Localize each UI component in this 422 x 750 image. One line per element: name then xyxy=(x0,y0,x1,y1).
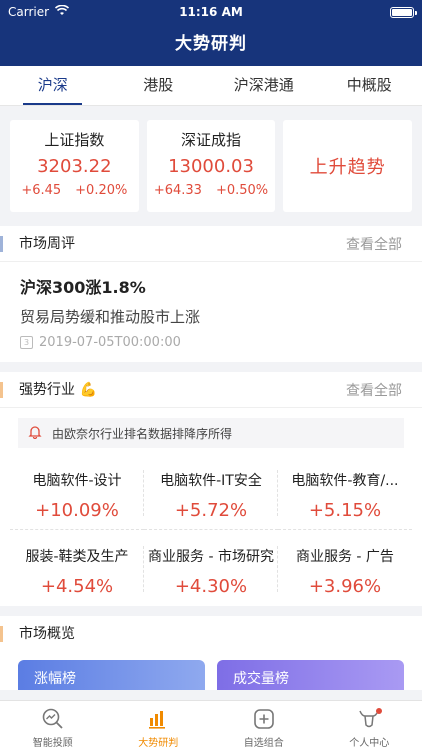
wifi-icon xyxy=(54,4,70,19)
industry-item[interactable]: 电脑软件-教育/... +5.15% xyxy=(277,454,412,530)
magnifier-chart-icon xyxy=(40,706,66,732)
market-tabs: 沪深 港股 沪深港通 中概股 xyxy=(0,66,422,106)
bottom-tab-bar: 智能投顾 大势研判 自选组合 个人中心 xyxy=(0,700,422,750)
app-header: Carrier 11:16 AM 大势研判 xyxy=(0,0,422,66)
notice-text: 由欧奈尔行业排名数据排降序所得 xyxy=(52,426,233,441)
review-subtitle: 贸易局势缓和推动股市上涨 xyxy=(20,308,201,326)
industry-grid: 电脑软件-设计 +10.09% 电脑软件-IT安全 +5.72% 电脑软件-教育… xyxy=(0,454,422,606)
tab-hushen[interactable]: 沪深 xyxy=(0,66,106,105)
section-title: 强势行业 💪 xyxy=(0,381,97,398)
index-value: 13000.03 xyxy=(168,156,254,177)
notification-dot xyxy=(376,708,383,714)
status-bar: Carrier 11:16 AM xyxy=(0,0,422,24)
index-cards: 上证指数 3203.22 +6.45 +0.20% 深证成指 13000.03 … xyxy=(0,106,422,226)
index-card-shenzhen[interactable]: 深证成指 13000.03 +64.33 +0.50% xyxy=(146,120,276,212)
tabbar-item-advisor[interactable]: 智能投顾 xyxy=(0,701,106,750)
index-card-shanghai[interactable]: 上证指数 3203.22 +6.45 +0.20% xyxy=(10,120,139,212)
trend-card[interactable]: 上升趋势 xyxy=(283,120,413,212)
industry-item[interactable]: 商业服务 - 市场研究 +4.30% xyxy=(144,530,278,606)
industry-item[interactable]: 电脑软件-IT安全 +5.72% xyxy=(143,454,278,530)
plus-square-icon xyxy=(251,706,277,732)
bell-icon xyxy=(28,425,42,442)
notice-bar: 由欧奈尔行业排名数据排降序所得 xyxy=(18,418,404,448)
index-pct: +0.20% xyxy=(75,183,128,198)
battery-icon xyxy=(389,6,417,18)
view-all-link[interactable]: 查看全部 xyxy=(346,380,402,400)
review-headline: 沪深300涨1.8% xyxy=(20,278,146,297)
calendar-icon: 3 xyxy=(20,336,33,349)
index-name: 深证成指 xyxy=(181,131,242,149)
strong-industries-section: 强势行业 💪 查看全部 由欧奈尔行业排名数据排降序所得 电脑软件-设计 +10.… xyxy=(0,372,422,606)
volume-card[interactable]: 成交量榜 xyxy=(217,660,404,690)
index-change: +64.33 xyxy=(153,183,202,198)
index-change: +6.45 xyxy=(21,183,62,198)
industry-item[interactable]: 商业服务 - 广告 +3.96% xyxy=(278,530,412,606)
market-overview-section: 市场概览 涨幅榜 成交量榜 xyxy=(0,616,422,690)
tab-stock-connect[interactable]: 沪深港通 xyxy=(211,66,317,105)
review-article[interactable]: 沪深300涨1.8% 贸易局势缓和推动股市上涨 3 2019-07-05T00:… xyxy=(0,262,422,362)
industry-item[interactable]: 电脑软件-设计 +10.09% xyxy=(10,454,144,530)
section-title: 市场周评 xyxy=(0,235,75,252)
index-pct: +0.50% xyxy=(215,183,269,198)
tabbar-item-market-trend[interactable]: 大势研判 xyxy=(106,701,212,750)
tabbar-item-profile[interactable]: 个人中心 xyxy=(317,701,422,750)
tab-hk[interactable]: 港股 xyxy=(106,66,212,105)
status-time: 11:16 AM xyxy=(179,5,243,19)
index-name: 上证指数 xyxy=(44,131,105,149)
muscle-emoji-icon: 💪 xyxy=(79,381,97,398)
carrier-label: Carrier xyxy=(8,5,50,19)
review-date: 2019-07-05T00:00:00 xyxy=(39,335,181,350)
page-title: 大势研判 xyxy=(175,34,247,54)
bull-icon xyxy=(356,706,383,732)
index-value: 3203.22 xyxy=(37,156,112,177)
tabbar-item-watchlist[interactable]: 自选组合 xyxy=(211,701,317,750)
gainers-card[interactable]: 涨幅榜 xyxy=(18,660,205,690)
tab-china-concepts[interactable]: 中概股 xyxy=(317,66,422,105)
bar-chart-icon xyxy=(145,706,171,732)
market-review-section: 市场周评 查看全部 沪深300涨1.8% 贸易局势缓和推动股市上涨 3 2019… xyxy=(0,226,422,362)
section-title: 市场概览 xyxy=(0,626,75,642)
view-all-link[interactable]: 查看全部 xyxy=(346,234,402,254)
trend-label: 上升趋势 xyxy=(309,157,386,178)
industry-item[interactable]: 服装-鞋类及生产 +4.54% xyxy=(10,530,144,606)
